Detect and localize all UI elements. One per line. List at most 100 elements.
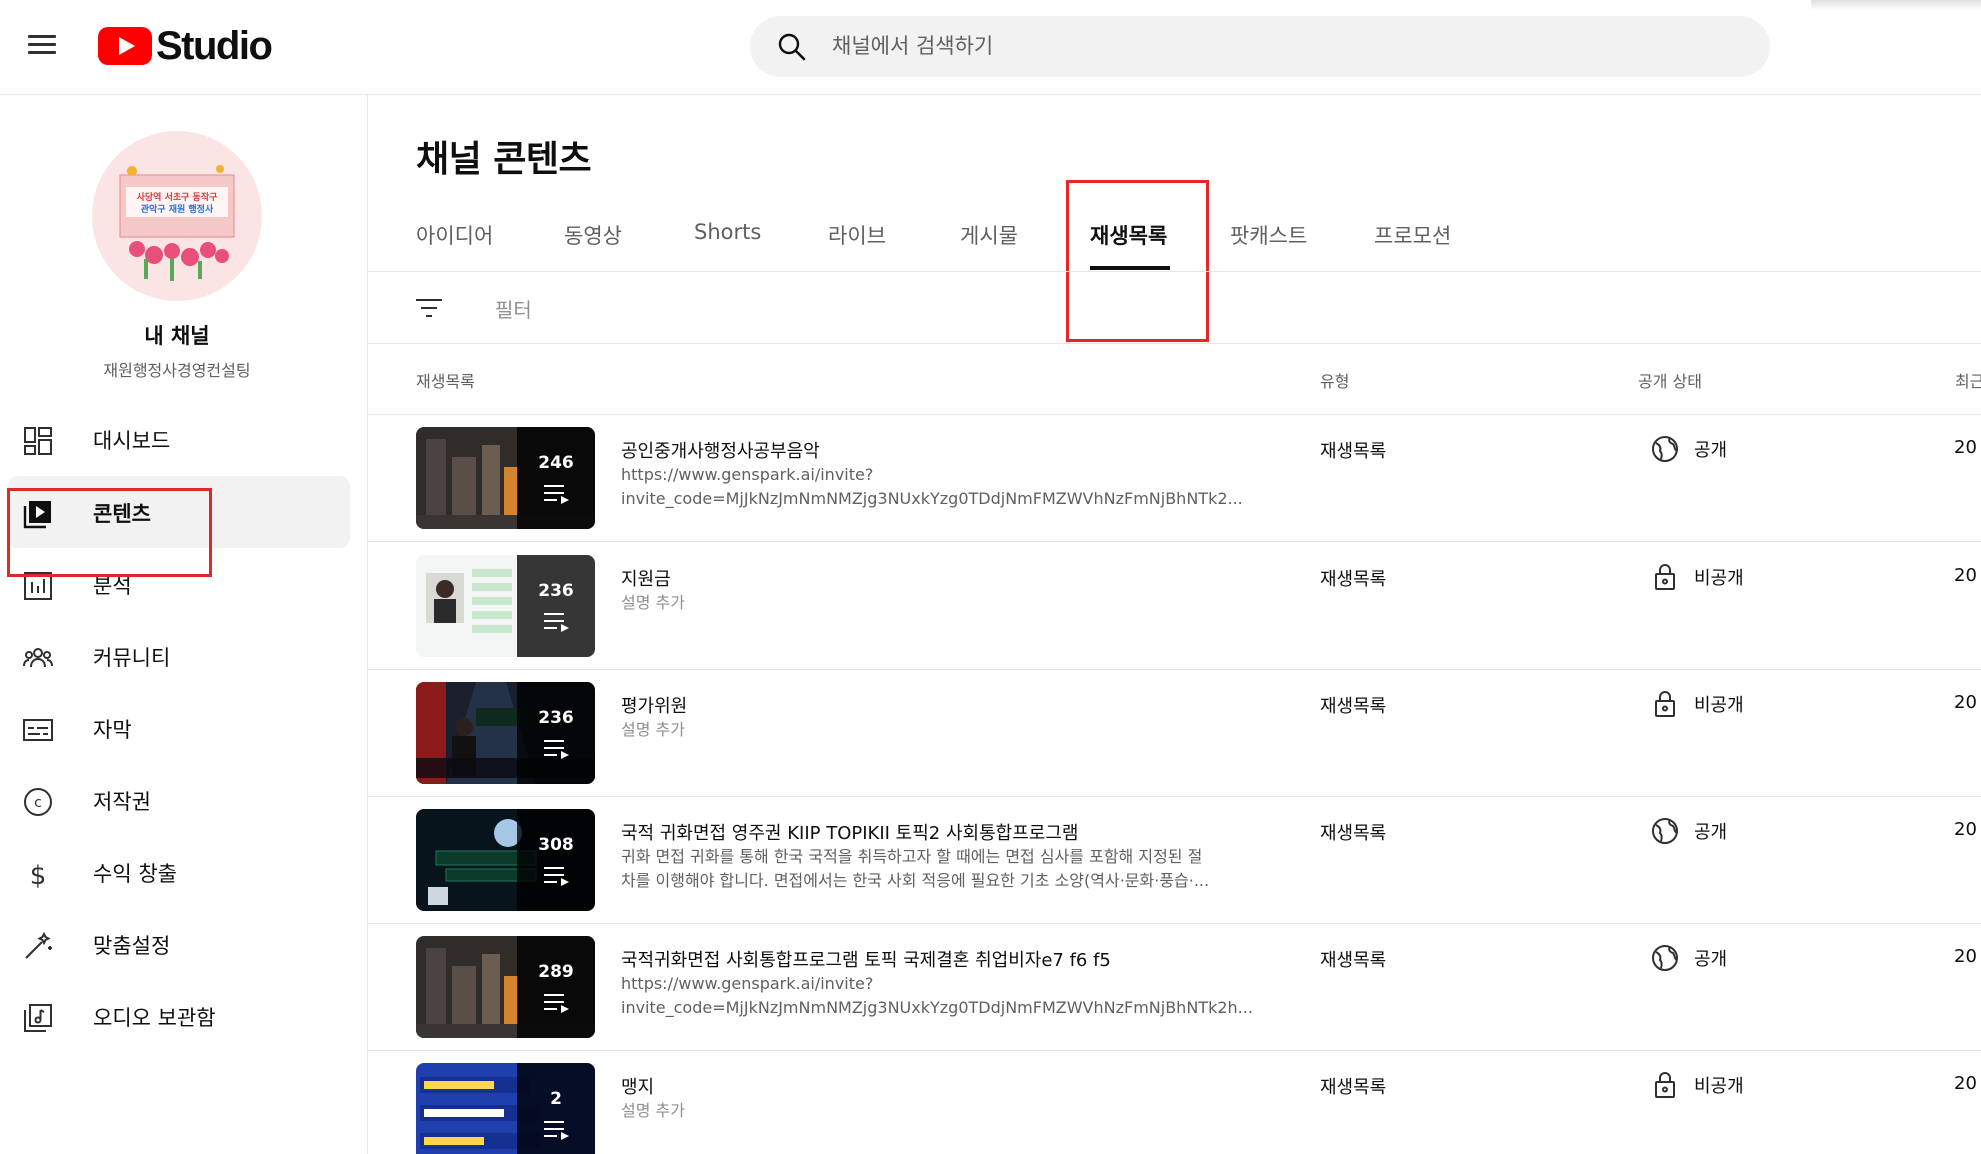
tab-posts[interactable]: 게시물 [960,220,1018,250]
lock-icon [1655,1072,1675,1098]
sidebar-item-subtitles[interactable]: 자막 [8,692,350,764]
globe-icon [1652,945,1678,971]
search-input[interactable] [832,26,1732,66]
svg-text:$: $ [30,861,47,890]
channel-avatar[interactable]: 사당역 서초구 동작구 관악구 재원 행정사 [92,131,262,301]
hamburger-menu-icon[interactable] [22,30,62,66]
tab-live[interactable]: 라이브 [828,220,886,250]
column-header-visibility[interactable]: 공개 상태 [1638,368,1702,392]
svg-text:c: c [34,795,42,811]
playlist-thumbnail[interactable]: 308 [416,809,595,911]
sidebar-item-label: 분석 [93,574,132,598]
playlist-title[interactable]: 국적귀화면접 사회통합프로그램 토픽 국제결혼 취업비자e7 f6 f5 [621,946,1111,972]
last-updated-date: 20 [1954,946,1977,967]
table-row[interactable]: 308 국적 귀화면접 영주권 KIIP TOPIKII 토픽2 사회통합프로그… [368,797,1981,924]
playlist-description-line2: invite_code=MjJkNzJmNmNMZjg3NUxkYzg0TDdj… [621,998,1253,1017]
visibility-status[interactable]: 비공개 [1650,559,1744,595]
sidebar-item-monetization[interactable]: $ 수익 창출 [8,836,350,908]
video-count: 289 [538,962,574,982]
playlist-thumbnail[interactable]: 236 [416,682,595,784]
tab-videos[interactable]: 동영상 [564,220,622,250]
sidebar-item-label: 콘텐츠 [93,502,151,526]
playlist-thumbnail[interactable]: 236 [416,555,595,657]
playlist-description: https://www.genspark.ai/invite? [621,465,874,484]
filter-bar[interactable]: 필터 [368,272,1981,344]
studio-logo-text: Studio [156,23,273,68]
sidebar-item-audio-library[interactable]: 오디오 보관함 [8,980,350,1052]
playlist-thumbnail[interactable]: 289 [416,936,595,1038]
table-row[interactable]: 236 평가위원 설명 추가 재생목록 비공개 20 [368,670,1981,797]
add-description-link[interactable]: 설명 추가 [621,718,1271,742]
column-header-last-updated[interactable]: 최근 [1955,368,1981,392]
video-count: 246 [538,453,574,473]
playlist-type: 재생목록 [1320,569,1387,590]
last-updated-date: 20 [1954,437,1977,458]
customization-icon [25,931,52,959]
dashboard-icon [24,427,52,455]
add-description-link[interactable]: 설명 추가 [621,1099,1271,1123]
studio-logo[interactable]: Studio [98,22,273,70]
sidebar-item-label: 수익 창출 [93,862,177,886]
tab-shorts[interactable]: Shorts [694,220,761,244]
content-icon [23,501,51,529]
playlist-type: 재생목록 [1320,696,1387,717]
search-icon[interactable] [776,31,808,63]
column-header-type[interactable]: 유형 [1320,368,1349,392]
sidebar-item-customization[interactable]: 맞춤설정 [8,908,350,980]
sidebar-item-label: 저작권 [93,790,151,814]
sidebar-item-copyright[interactable]: c 저작권 [8,764,350,836]
table-row[interactable]: 236 지원금 설명 추가 재생목록 비공개 20 [368,543,1981,670]
audio-library-icon [24,1004,52,1032]
table-row[interactable]: 2 맹지 설명 추가 재생목록 비공개 20 [368,1051,1981,1154]
playlist-title[interactable]: 평가위원 [621,692,687,718]
column-header-playlist[interactable]: 재생목록 [416,368,475,392]
tab-ideas[interactable]: 아이디어 [416,220,493,250]
sidebar-item-content[interactable]: 콘텐츠 [8,476,350,548]
playlist-description: https://www.genspark.ai/invite? [621,974,874,993]
last-updated-date: 20 [1954,565,1977,586]
table-row[interactable]: 289 국적귀화면접 사회통합프로그램 토픽 국제결혼 취업비자e7 f6 f5… [368,924,1981,1051]
video-count: 2 [550,1089,562,1109]
playlist-icon [544,485,569,504]
table-row[interactable]: 246 공인중개사행정사공부음악 https://www.genspark.ai… [368,415,1981,542]
sidebar-item-label: 맞춤설정 [93,934,171,958]
playlist-thumbnail[interactable]: 2 [416,1063,595,1154]
playlist-title[interactable]: 공인중개사행정사공부음악 [621,437,820,463]
playlist-thumbnail[interactable]: 246 [416,427,595,529]
tab-podcasts[interactable]: 팟캐스트 [1230,220,1307,250]
sidebar-item-community[interactable]: 커뮤니티 [8,620,350,692]
youtube-play-icon [98,27,152,65]
globe-icon [1652,436,1678,462]
playlist-title[interactable]: 국적 귀화면접 영주권 KIIP TOPIKII 토픽2 사회통합프로그램 [621,819,1078,845]
last-updated-date: 20 [1954,819,1977,840]
sidebar-item-analytics[interactable]: 분석 [8,548,350,620]
last-updated-date: 20 [1954,1073,1977,1094]
sidebar-item-label: 자막 [93,718,132,742]
tab-playlists[interactable]: 재생목록 [1090,220,1167,250]
visibility-status[interactable]: 비공개 [1650,686,1744,722]
playlist-type: 재생목록 [1320,1077,1387,1098]
header-edge-shadow [1811,0,1981,10]
globe-icon [1652,818,1678,844]
visibility-status[interactable]: 비공개 [1650,1067,1744,1103]
visibility-status[interactable]: 공개 [1650,431,1727,467]
playlist-title[interactable]: 맹지 [621,1073,654,1099]
filter-placeholder[interactable]: 필터 [495,294,532,323]
playlist-title[interactable]: 지원금 [621,565,671,591]
avatar-text-line1: 사당역 서초구 동작구 [137,191,218,203]
add-description-link[interactable]: 설명 추가 [621,591,1271,615]
visibility-status[interactable]: 공개 [1650,940,1727,976]
playlist-description-line2: invite_code=MjJkNzJmNmNMZjg3NUxkYzg0TDdj… [621,489,1243,508]
channel-handle: 재원행정사경영컨설팅 [103,361,251,380]
last-updated-date: 20 [1954,692,1977,713]
filter-icon[interactable] [414,294,444,322]
search-bar[interactable] [750,16,1770,77]
channel-name: 내 채널 [144,324,210,348]
playlist-icon [544,613,569,632]
monetization-icon: $ [30,861,47,890]
visibility-status[interactable]: 공개 [1650,813,1727,849]
sidebar-item-dashboard[interactable]: 대시보드 [8,403,350,475]
thumbnail-overlay [517,427,595,529]
content-tabs: 아이디어 동영상 Shorts 라이브 게시물 재생목록 팟캐스트 프로모션 [368,200,1981,272]
tab-promotions[interactable]: 프로모션 [1374,220,1451,250]
